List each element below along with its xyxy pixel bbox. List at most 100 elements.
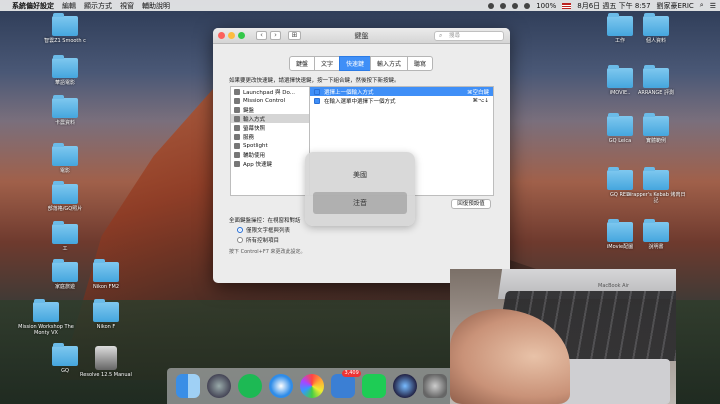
notification-center-icon[interactable]: ☰ [710, 2, 716, 10]
hint-text: 按下 Control+F7 來更改此設定。 [229, 249, 306, 255]
restore-defaults-button[interactable]: 回復預設值 [451, 199, 491, 209]
volume-icon[interactable] [524, 2, 531, 9]
menu-window[interactable]: 視窗 [120, 1, 134, 11]
desktop-folder[interactable]: 華語電影 [35, 55, 95, 86]
close-button[interactable] [218, 32, 225, 39]
shortcut-row[interactable]: 在輸入選單中選擇下一個方式 ⌘⌥↓ [310, 96, 493, 105]
category-item-selected[interactable]: 輸入方式 [231, 114, 309, 123]
menu-edit[interactable]: 編輯 [62, 1, 76, 11]
forward-button[interactable]: › [270, 31, 281, 40]
shortcut-checkbox[interactable] [314, 97, 320, 104]
user-name[interactable]: 劉家豪ERIC [657, 1, 694, 11]
desktop-document[interactable]: Resolve 12.5 Manual [76, 346, 136, 378]
laptop-trackpad [560, 359, 670, 404]
desktop-folder[interactable]: Nikon FM2 [76, 259, 136, 290]
menu-bar: 系統偏好設定 編輯 顯示方式 視窗 輔助說明 100% 8月6日 週五 下午 8… [0, 0, 720, 11]
iqiyi-icon[interactable] [361, 374, 386, 398]
desktop-folder[interactable]: 工 [35, 221, 95, 252]
desktop-folder[interactable]: 卡農資料 [35, 95, 95, 126]
instruction-text: 如果要更改快速鍵，請選擇快速鍵，按一下組合鍵，然後按下新按鍵。 [229, 78, 400, 84]
desktop-folder[interactable]: 部落格/GQ照片 [35, 181, 95, 212]
category-item[interactable]: Launchpad 與 Do... [231, 87, 309, 96]
tab-text[interactable]: 文字 [313, 56, 340, 71]
battery-text[interactable]: 100% [536, 2, 556, 10]
status-icon[interactable] [500, 2, 507, 9]
tab-keyboard[interactable]: 鍵盤 [288, 56, 315, 71]
status-icons: 100% 8月6日 週五 下午 8:57 劉家豪ERIC ⌕ ☰ [488, 1, 716, 11]
menu-help[interactable]: 輔助說明 [142, 1, 170, 11]
zoom-button[interactable] [238, 32, 245, 39]
mail-icon[interactable]: 3,409 [330, 370, 361, 398]
safari-icon[interactable] [269, 374, 294, 398]
services-icon [234, 133, 240, 140]
shortcut-row[interactable]: 選擇上一個輸入方式 ⌘空白鍵 [310, 87, 493, 96]
category-item[interactable]: App 快速鍵 [231, 159, 309, 168]
flag-icon[interactable] [562, 2, 572, 9]
desktop-folder[interactable]: Nikon F [76, 299, 136, 330]
input-source-icon [234, 115, 240, 122]
desktop-folder[interactable]: 說明書 [626, 219, 686, 250]
folder-icon [643, 65, 669, 88]
category-item[interactable]: Mission Control [231, 96, 309, 105]
spotlight-icon [234, 142, 240, 149]
category-item[interactable]: 輔助使用 [231, 150, 309, 159]
category-item[interactable]: 螢幕快照 [231, 123, 309, 132]
spotify-icon[interactable] [238, 374, 263, 398]
document-icon [95, 346, 117, 370]
tab-shortcuts[interactable]: 快速鍵 [338, 56, 371, 71]
desktop-folder[interactable]: 智雲Z1 Smooth c [35, 13, 95, 44]
macbook-label: MacBook Air [598, 283, 630, 289]
folder-icon [52, 143, 78, 166]
folder-icon [52, 95, 78, 118]
folder-icon [93, 259, 119, 282]
radio-button-selected[interactable] [237, 227, 243, 233]
folder-icon [643, 219, 669, 242]
category-item[interactable]: 鍵盤 [231, 105, 309, 114]
tab-dictation[interactable]: 聽寫 [407, 56, 434, 71]
search-input[interactable]: ⌕ 搜尋 [434, 31, 504, 41]
keyboard-icon [234, 106, 240, 113]
tab-bar: 鍵盤 文字 快速鍵 輸入方式 聽寫 [213, 56, 510, 71]
shortcut-checkbox[interactable] [314, 88, 320, 95]
radio-text-boxes[interactable]: 僅限文字框與列表 [229, 226, 301, 234]
finder-icon[interactable] [176, 374, 201, 398]
input-source-switcher: 美國 注音 [305, 152, 415, 226]
desktop-folder[interactable]: 實體範例 [626, 113, 686, 144]
wifi-icon[interactable] [512, 2, 519, 9]
category-item[interactable]: 服務 [231, 132, 309, 141]
folder-icon [52, 55, 78, 78]
back-button[interactable]: ‹ [256, 31, 267, 40]
screenshot-icon [234, 124, 240, 131]
launchpad-icon[interactable] [207, 374, 232, 398]
minimize-button[interactable] [228, 32, 235, 39]
desktop-folder[interactable]: 個人資料 [626, 13, 686, 44]
input-source-zhuyin[interactable]: 注音 [313, 192, 407, 214]
desktop-folder[interactable]: 電影 [35, 143, 95, 174]
spotlight-icon[interactable]: ⌕ [700, 1, 704, 10]
tab-input-sources[interactable]: 輸入方式 [370, 56, 409, 71]
quicktime-icon[interactable] [392, 374, 417, 398]
launchpad-icon [234, 88, 240, 95]
clock-text[interactable]: 8月6日 週五 下午 8:57 [577, 1, 650, 11]
mission-control-icon [234, 97, 240, 104]
desktop-folder[interactable]: Wrapper's Kebab 烤肉日記 [626, 167, 686, 204]
radio-button[interactable] [237, 237, 243, 243]
shortcut-key[interactable]: ⌘⌥↓ [473, 98, 489, 104]
folder-icon [643, 13, 669, 36]
status-icon[interactable] [488, 2, 495, 9]
shortcut-key[interactable]: ⌘空白鍵 [467, 88, 489, 96]
desktop-folder[interactable]: Mission Workshop The Monty VX [16, 299, 76, 336]
system-preferences-icon[interactable] [423, 374, 448, 398]
input-source-us[interactable]: 美國 [313, 164, 407, 186]
radio-all-controls[interactable]: 所有控制項目 [229, 236, 301, 244]
desktop-folder[interactable]: ARRANGE 評測 [626, 65, 686, 96]
full-keyboard-access-label: 全面鍵盤操控：在視窗和對話 [229, 218, 301, 224]
keyboard-video-overlay: MacBook Air [450, 269, 676, 404]
menu-app-name[interactable]: 系統偏好設定 [12, 1, 54, 11]
category-item[interactable]: Spotlight [231, 141, 309, 150]
photos-icon[interactable] [299, 374, 324, 398]
menu-view[interactable]: 顯示方式 [84, 1, 112, 11]
app-shortcuts-icon [234, 160, 240, 167]
folder-icon [33, 299, 59, 322]
show-all-grid-icon[interactable]: ⊞ [288, 31, 301, 40]
